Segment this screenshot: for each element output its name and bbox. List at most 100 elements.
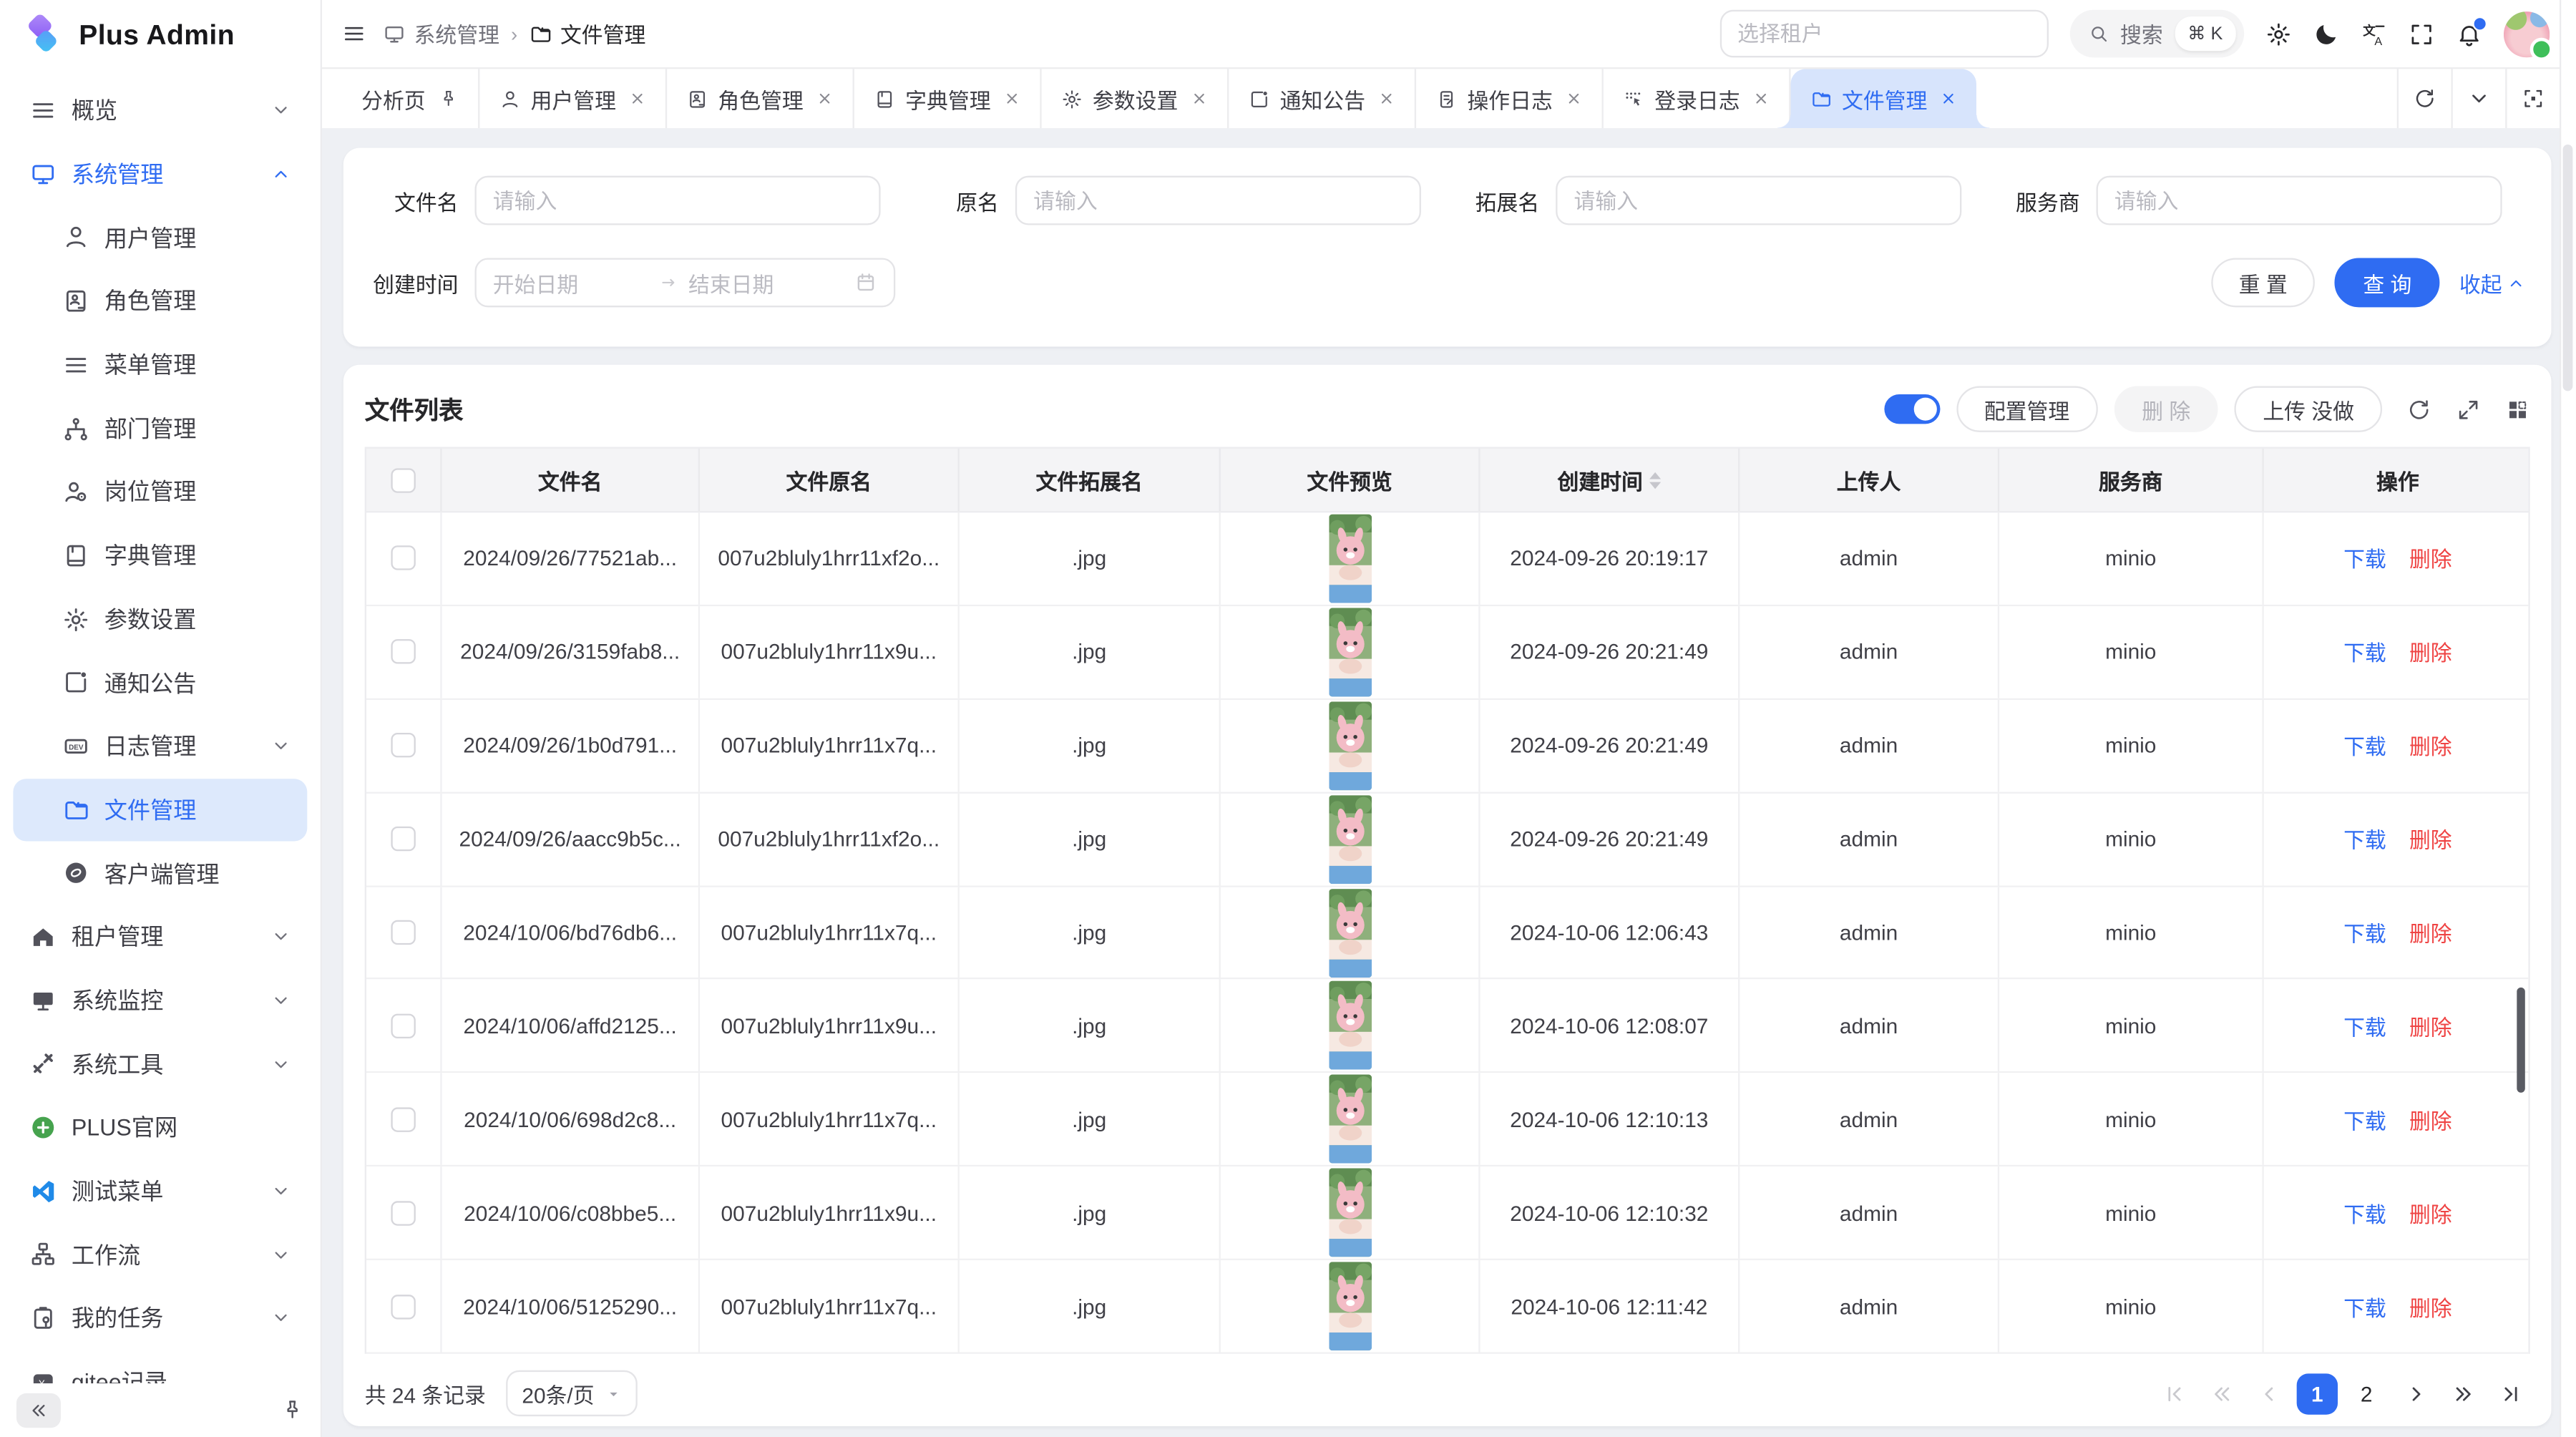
page-number-2[interactable]: 2 xyxy=(2346,1373,2387,1413)
sidebar-item-岗位管理[interactable]: 岗位管理 xyxy=(13,460,307,524)
close-icon[interactable] xyxy=(1378,90,1395,107)
服务商-input[interactable] xyxy=(2097,176,2502,225)
tab-menu-icon[interactable] xyxy=(2451,69,2505,128)
global-search-button[interactable]: 搜索 ⌘ K xyxy=(2069,10,2244,58)
tab-参数设置[interactable]: 参数设置 xyxy=(1042,69,1229,128)
close-icon[interactable] xyxy=(816,90,833,107)
close-icon[interactable] xyxy=(1191,90,1208,107)
sidebar-item-通知公告[interactable]: 通知公告 xyxy=(13,651,307,715)
file-preview-image[interactable] xyxy=(1328,1075,1371,1164)
download-link[interactable]: 下载 xyxy=(2343,917,2386,948)
sidebar-item-系统工具[interactable]: 系统工具 xyxy=(13,1033,307,1096)
search-button[interactable]: 查 询 xyxy=(2335,258,2439,307)
column-settings-icon[interactable] xyxy=(2505,396,2529,421)
delete-link[interactable]: 删除 xyxy=(2409,1104,2452,1135)
row-checkbox[interactable] xyxy=(391,1294,415,1318)
table-scrollbar-thumb[interactable] xyxy=(2517,988,2524,1093)
sidebar-item-客户端管理[interactable]: 客户端管理 xyxy=(13,842,307,905)
close-icon[interactable] xyxy=(1566,90,1582,107)
next-10-pages-icon[interactable] xyxy=(2443,1373,2482,1413)
reset-button[interactable]: 重 置 xyxy=(2211,258,2316,307)
file-preview-image[interactable] xyxy=(1328,794,1371,883)
first-page-icon[interactable] xyxy=(2154,1373,2193,1413)
sidebar-item-日志管理[interactable]: DEV日志管理 xyxy=(13,714,307,778)
row-checkbox[interactable] xyxy=(391,1013,415,1038)
row-checkbox[interactable] xyxy=(391,827,415,851)
file-preview-image[interactable] xyxy=(1328,982,1371,1071)
search-toggle-switch[interactable] xyxy=(1884,394,1940,424)
delete-link[interactable]: 删除 xyxy=(2409,1010,2452,1042)
tab-用户管理[interactable]: 用户管理 xyxy=(479,69,667,128)
notifications-icon[interactable] xyxy=(2456,21,2482,47)
row-checkbox[interactable] xyxy=(391,733,415,757)
delete-button[interactable]: 删 除 xyxy=(2114,386,2218,432)
delete-link[interactable]: 删除 xyxy=(2409,1291,2452,1322)
tenant-select-input[interactable] xyxy=(1719,10,2048,58)
create-time-range-picker[interactable]: 开始日期 结束日期 xyxy=(475,258,896,307)
refresh-table-icon[interactable] xyxy=(2406,396,2431,421)
upload-button[interactable]: 上传 没做 xyxy=(2235,386,2382,432)
breadcrumb-item-files[interactable]: 文件管理 xyxy=(529,18,645,49)
sidebar-item-测试菜单[interactable]: 测试菜单 xyxy=(13,1159,307,1223)
row-checkbox[interactable] xyxy=(391,640,415,664)
settings-icon[interactable] xyxy=(2265,21,2292,47)
sidebar-item-字典管理[interactable]: 字典管理 xyxy=(13,524,307,588)
sidebar-item-部门管理[interactable]: 部门管理 xyxy=(13,396,307,460)
sidebar-item-概览[interactable]: 概览 xyxy=(13,79,307,142)
prev-page-icon[interactable] xyxy=(2249,1373,2288,1413)
sidebar-item-我的任务[interactable]: 我的任务 xyxy=(13,1287,307,1350)
dark-mode-icon[interactable] xyxy=(2313,21,2340,47)
sidebar-item-PLUS官网[interactable]: PLUS官网 xyxy=(13,1096,307,1159)
collapse-filter-link[interactable]: 收起 xyxy=(2459,267,2525,298)
expand-table-icon[interactable] xyxy=(2456,396,2480,421)
row-checkbox[interactable] xyxy=(391,546,415,570)
文件名-input[interactable] xyxy=(475,176,881,225)
user-avatar[interactable] xyxy=(2504,11,2550,57)
fullscreen-icon[interactable] xyxy=(2409,21,2435,47)
tab-字典管理[interactable]: 字典管理 xyxy=(854,69,1042,128)
last-page-icon[interactable] xyxy=(2491,1373,2530,1413)
close-icon[interactable] xyxy=(1753,90,1770,107)
refresh-page-icon[interactable] xyxy=(2397,69,2451,128)
file-preview-image[interactable] xyxy=(1328,1169,1371,1257)
file-preview-image[interactable] xyxy=(1328,514,1371,603)
select-all-checkbox[interactable] xyxy=(391,467,415,492)
prev-10-pages-icon[interactable] xyxy=(2202,1373,2241,1413)
config-manage-button[interactable]: 配置管理 xyxy=(1956,386,2097,432)
download-link[interactable]: 下载 xyxy=(2343,730,2386,761)
maximize-content-icon[interactable] xyxy=(2505,69,2560,128)
page-size-select[interactable]: 20条/页 xyxy=(505,1370,637,1416)
tab-文件管理[interactable]: 文件管理 xyxy=(1791,69,1976,128)
file-preview-image[interactable] xyxy=(1328,701,1371,790)
sidebar-item-系统监控[interactable]: 系统监控 xyxy=(13,969,307,1033)
sidebar-item-工作流[interactable]: 工作流 xyxy=(13,1223,307,1287)
download-link[interactable]: 下载 xyxy=(2343,1197,2386,1229)
language-icon[interactable]: 文A xyxy=(2361,21,2387,47)
file-preview-image[interactable] xyxy=(1328,888,1371,977)
tab-登录日志[interactable]: 登录日志 xyxy=(1604,69,1791,128)
sidebar-collapse-button[interactable] xyxy=(16,1393,61,1427)
sidebar-pin-icon[interactable] xyxy=(281,1398,304,1421)
sidebar-item-文件管理[interactable]: 文件管理 xyxy=(13,778,307,842)
sidebar-item-gitee记录[interactable]: ¥gitee记录 xyxy=(13,1350,307,1383)
window-scrollbar[interactable] xyxy=(2560,0,2576,1437)
download-link[interactable]: 下载 xyxy=(2343,1104,2386,1135)
sidebar-item-菜单管理[interactable]: 菜单管理 xyxy=(13,333,307,396)
row-checkbox[interactable] xyxy=(391,1201,415,1225)
sidebar-item-参数设置[interactable]: 参数设置 xyxy=(13,588,307,651)
file-preview-image[interactable] xyxy=(1328,1262,1371,1350)
delete-link[interactable]: 删除 xyxy=(2409,636,2452,668)
download-link[interactable]: 下载 xyxy=(2343,1291,2386,1322)
tab-角色管理[interactable]: 角色管理 xyxy=(667,69,854,128)
pin-icon[interactable] xyxy=(439,89,459,109)
tab-分析页[interactable]: 分析页 xyxy=(342,69,480,128)
tab-操作日志[interactable]: 操作日志 xyxy=(1416,69,1604,128)
next-page-icon[interactable] xyxy=(2395,1373,2434,1413)
delete-link[interactable]: 删除 xyxy=(2409,543,2452,575)
sidebar-item-用户管理[interactable]: 用户管理 xyxy=(13,206,307,270)
原名-input[interactable] xyxy=(1015,176,1421,225)
拓展名-input[interactable] xyxy=(1556,176,1961,225)
delete-link[interactable]: 删除 xyxy=(2409,730,2452,761)
delete-link[interactable]: 删除 xyxy=(2409,823,2452,854)
download-link[interactable]: 下载 xyxy=(2343,636,2386,668)
